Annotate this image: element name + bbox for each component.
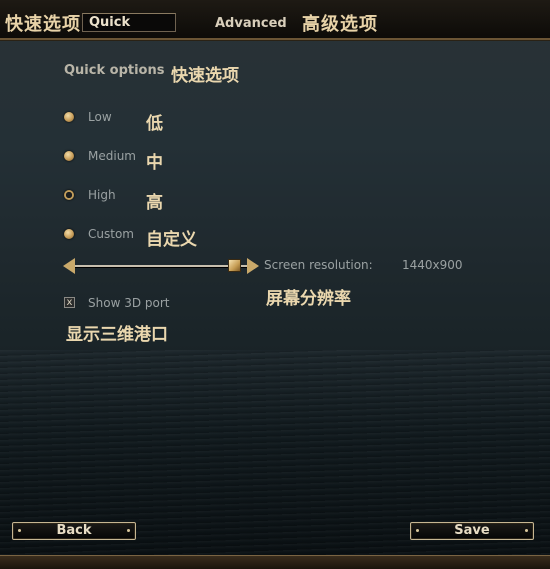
screen-resolution-value: 1440x900 bbox=[402, 258, 463, 272]
show-3d-port-label[interactable]: Show 3D port bbox=[88, 296, 169, 310]
tab-quick[interactable]: Quick bbox=[82, 13, 176, 32]
quick-tab-cn-label: 快速选项 bbox=[5, 14, 81, 35]
bottom-frame bbox=[0, 555, 550, 569]
resolution-slider-handle[interactable] bbox=[228, 259, 241, 272]
radio-custom[interactable] bbox=[64, 229, 74, 239]
radio-low-cn-label: 低 bbox=[146, 114, 163, 134]
radio-custom-label[interactable]: Custom bbox=[88, 227, 134, 241]
radio-high[interactable] bbox=[64, 190, 74, 200]
radio-low[interactable] bbox=[64, 112, 74, 122]
radio-custom-cn-label: 自定义 bbox=[146, 230, 197, 250]
show-3d-port-cn-label: 显示三维港口 bbox=[66, 325, 168, 345]
section-title-cn: 快速选项 bbox=[171, 66, 239, 86]
save-button-label: Save bbox=[454, 523, 490, 538]
section-title: Quick options bbox=[64, 63, 165, 78]
radio-low-label[interactable]: Low bbox=[88, 110, 112, 124]
resolution-slider-track[interactable] bbox=[72, 265, 248, 267]
save-button-right-dot bbox=[525, 529, 528, 532]
advanced-tab-cn-label: 高级选项 bbox=[302, 14, 378, 35]
back-button-right-dot bbox=[127, 529, 130, 532]
radio-medium-label[interactable]: Medium bbox=[88, 149, 136, 163]
back-button-label: Back bbox=[56, 523, 92, 538]
tab-advanced[interactable]: Advanced bbox=[215, 16, 287, 31]
radio-high-label[interactable]: High bbox=[88, 188, 116, 202]
screen-resolution-label: Screen resolution: bbox=[264, 258, 373, 272]
tab-bar: 快速选项 Quick Advanced 高级选项 bbox=[0, 0, 550, 40]
show-3d-port-checkbox[interactable]: x bbox=[64, 297, 75, 308]
radio-medium-cn-label: 中 bbox=[146, 153, 163, 173]
save-button[interactable]: Save bbox=[410, 522, 534, 540]
radio-high-cn-label: 高 bbox=[146, 193, 163, 213]
back-button[interactable]: Back bbox=[12, 522, 136, 540]
back-button-left-dot bbox=[18, 529, 21, 532]
slider-left-arrow-icon[interactable] bbox=[63, 258, 75, 274]
screen-resolution-cn-label: 屏幕分辨率 bbox=[266, 289, 351, 309]
save-button-left-dot bbox=[416, 529, 419, 532]
radio-medium[interactable] bbox=[64, 151, 74, 161]
slider-right-arrow-icon[interactable] bbox=[247, 258, 259, 274]
